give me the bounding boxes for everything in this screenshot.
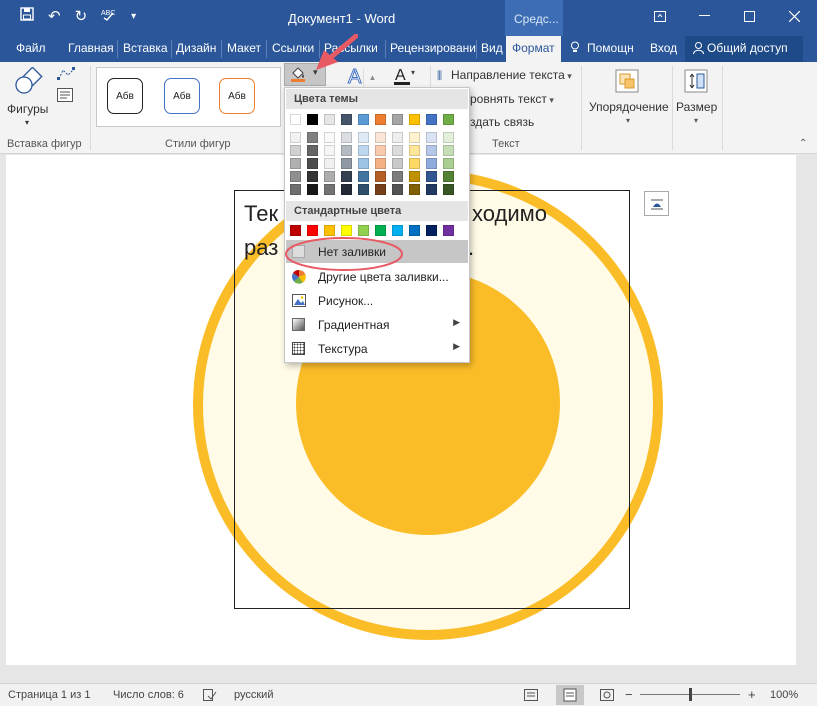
standard-color-swatch[interactable] bbox=[443, 225, 454, 236]
theme-color-swatch[interactable] bbox=[426, 114, 437, 125]
textbox-line-1-left: Тек bbox=[244, 201, 279, 226]
theme-shade-swatch[interactable] bbox=[324, 184, 335, 195]
theme-shade-swatch[interactable] bbox=[324, 145, 335, 156]
focus-mode-icon[interactable] bbox=[524, 689, 538, 704]
theme-shade-swatch[interactable] bbox=[443, 184, 454, 195]
gradient-item[interactable]: Градиентная ▶ bbox=[286, 313, 468, 336]
theme-color-swatch[interactable] bbox=[443, 114, 454, 125]
theme-color-swatch[interactable] bbox=[375, 114, 386, 125]
theme-shade-swatch[interactable] bbox=[324, 171, 335, 182]
theme-shade-swatch[interactable] bbox=[341, 158, 352, 169]
annotation-arrow-icon bbox=[316, 34, 358, 70]
theme-shade-swatch[interactable] bbox=[392, 145, 403, 156]
theme-shade-swatch[interactable] bbox=[392, 132, 403, 143]
texture-icon bbox=[292, 342, 305, 355]
theme-shade-swatch[interactable] bbox=[358, 132, 369, 143]
submenu-arrow-icon: ▶ bbox=[453, 317, 460, 327]
theme-colors-header: Цвета темы bbox=[286, 89, 468, 109]
theme-color-swatch[interactable] bbox=[409, 114, 420, 125]
theme-shade-swatch[interactable] bbox=[426, 132, 437, 143]
layout-options-icon[interactable] bbox=[644, 191, 669, 216]
picture-item[interactable]: Рисунок... bbox=[286, 289, 468, 312]
gradient-icon bbox=[292, 318, 305, 331]
theme-shade-swatch[interactable] bbox=[375, 171, 386, 182]
print-layout-icon[interactable] bbox=[556, 685, 584, 705]
theme-color-swatch[interactable] bbox=[307, 114, 318, 125]
proofing-icon[interactable] bbox=[203, 689, 217, 704]
word-count[interactable]: Число слов: 6 bbox=[113, 689, 184, 701]
theme-color-swatch[interactable] bbox=[324, 114, 335, 125]
theme-shade-swatch[interactable] bbox=[358, 145, 369, 156]
theme-shade-swatch[interactable] bbox=[409, 184, 420, 195]
textbox-line-2-left: раз bbox=[244, 235, 279, 260]
theme-shade-swatch[interactable] bbox=[409, 158, 420, 169]
language[interactable]: русский bbox=[234, 689, 273, 701]
theme-shade-swatch[interactable] bbox=[375, 184, 386, 195]
theme-shade-swatch[interactable] bbox=[426, 184, 437, 195]
theme-shade-swatch[interactable] bbox=[290, 158, 301, 169]
zoom-in-icon[interactable]: + bbox=[748, 687, 756, 702]
theme-shade-swatch[interactable] bbox=[307, 158, 318, 169]
theme-shade-swatch[interactable] bbox=[307, 184, 318, 195]
theme-color-swatch[interactable] bbox=[341, 114, 352, 125]
textbox-line-1-right: ходимо bbox=[472, 201, 547, 226]
theme-shade-swatch[interactable] bbox=[290, 132, 301, 143]
texture-item[interactable]: Текстура ▶ bbox=[286, 337, 468, 360]
page-count[interactable]: Страница 1 из 1 bbox=[8, 689, 90, 701]
zoom-level[interactable]: 100% bbox=[770, 689, 798, 701]
standard-colors-header: Стандартные цвета bbox=[286, 201, 468, 221]
theme-shade-swatch[interactable] bbox=[426, 145, 437, 156]
theme-shade-swatch[interactable] bbox=[358, 171, 369, 182]
theme-color-swatch[interactable] bbox=[392, 114, 403, 125]
theme-shade-swatch[interactable] bbox=[324, 158, 335, 169]
theme-shade-swatch[interactable] bbox=[426, 171, 437, 182]
picture-icon bbox=[292, 294, 306, 307]
theme-shade-swatch[interactable] bbox=[409, 132, 420, 143]
theme-shade-swatch[interactable] bbox=[409, 171, 420, 182]
theme-shade-swatch[interactable] bbox=[324, 132, 335, 143]
theme-shade-swatch[interactable] bbox=[443, 158, 454, 169]
theme-shade-swatch[interactable] bbox=[392, 171, 403, 182]
theme-shade-swatch[interactable] bbox=[375, 145, 386, 156]
theme-shade-swatch[interactable] bbox=[443, 132, 454, 143]
standard-color-swatch[interactable] bbox=[409, 225, 420, 236]
zoom-slider-thumb[interactable] bbox=[689, 688, 692, 701]
picture-label: Рисунок... bbox=[318, 294, 374, 308]
shape-fill-menu: Цвета темы Стандартные цвета Нет заливки… bbox=[284, 87, 470, 363]
theme-shade-swatch[interactable] bbox=[307, 171, 318, 182]
theme-shade-swatch[interactable] bbox=[341, 145, 352, 156]
theme-shade-swatch[interactable] bbox=[358, 158, 369, 169]
theme-shade-swatch[interactable] bbox=[341, 132, 352, 143]
theme-shade-swatch[interactable] bbox=[443, 145, 454, 156]
theme-shade-swatch[interactable] bbox=[375, 132, 386, 143]
theme-shade-swatch[interactable] bbox=[426, 158, 437, 169]
theme-shade-swatch[interactable] bbox=[358, 184, 369, 195]
theme-shade-swatch[interactable] bbox=[307, 145, 318, 156]
theme-color-swatch[interactable] bbox=[290, 114, 301, 125]
web-layout-icon[interactable] bbox=[600, 689, 614, 704]
theme-shade-swatch[interactable] bbox=[443, 171, 454, 182]
theme-shade-swatch[interactable] bbox=[290, 171, 301, 182]
theme-shade-swatch[interactable] bbox=[341, 171, 352, 182]
theme-shade-swatch[interactable] bbox=[392, 184, 403, 195]
theme-shade-swatch[interactable] bbox=[392, 158, 403, 169]
zoom-out-icon[interactable]: − bbox=[625, 687, 633, 702]
standard-color-swatch[interactable] bbox=[426, 225, 437, 236]
theme-shade-swatch[interactable] bbox=[290, 184, 301, 195]
gradient-label: Градиентная bbox=[318, 318, 390, 332]
theme-shade-swatch[interactable] bbox=[409, 145, 420, 156]
theme-shade-swatch[interactable] bbox=[290, 145, 301, 156]
theme-color-swatch[interactable] bbox=[358, 114, 369, 125]
status-bar: Страница 1 из 1 Число слов: 6 русский − … bbox=[0, 683, 817, 706]
theme-shade-swatch[interactable] bbox=[375, 158, 386, 169]
annotation-ellipse-icon bbox=[285, 237, 403, 271]
theme-shade-swatch[interactable] bbox=[341, 184, 352, 195]
submenu-arrow-icon: ▶ bbox=[453, 341, 460, 351]
texture-label: Текстура bbox=[318, 342, 368, 356]
theme-shade-swatch[interactable] bbox=[307, 132, 318, 143]
